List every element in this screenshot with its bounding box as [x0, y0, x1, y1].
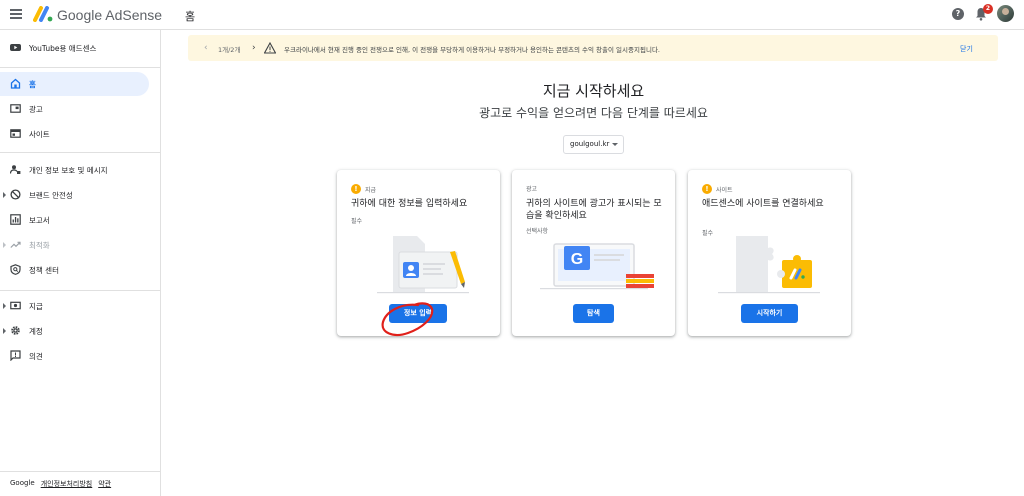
sidebar-item-reports[interactable]: 보고서 [0, 208, 150, 232]
sidebar-item-privacy-messaging[interactable]: 개인 정보 보호 및 메시지 [0, 158, 150, 182]
connect-site-card: ! 사이트 애드센스에 사이트를 연결하세요 필수 시작하기 [688, 170, 851, 336]
page-title: 홈 [185, 10, 196, 23]
sidebar-divider [0, 67, 161, 68]
card-title: 귀하에 대한 정보를 입력하세요 [351, 199, 468, 209]
sidebar-item-label: YouTube용 애드센스 [29, 43, 97, 53]
explore-button[interactable]: 탐색 [573, 304, 614, 323]
sidebar-item-feedback[interactable]: 의견 [0, 344, 150, 368]
top-app-bar: Google AdSense 홈 ? 2 [0, 0, 1024, 30]
menu-icon[interactable] [10, 9, 22, 19]
card-requirement: 필수 [351, 218, 363, 225]
ads-preview-illustration: G [540, 243, 654, 290]
card-tag: 광고 [526, 184, 537, 193]
card-title: 애드센스에 사이트를 연결하세요 [702, 199, 824, 209]
notification-count-badge: 2 [983, 4, 993, 14]
expand-caret-icon[interactable] [3, 192, 6, 198]
site-selector[interactable]: goulgoul.kr [563, 135, 624, 154]
youtube-icon [10, 44, 21, 51]
dropdown-arrow-icon [612, 143, 618, 146]
banner-close-button[interactable]: 닫기 [960, 44, 973, 54]
sidebar-item-label: 광고 [29, 104, 43, 114]
sites-icon [10, 129, 21, 138]
policy-shield-icon [10, 264, 21, 275]
card-tag-label: 지급 [365, 186, 377, 194]
sidebar-item-label: 계정 [29, 326, 43, 336]
help-icon[interactable]: ? [952, 8, 964, 20]
sidebar: YouTube용 애드센스 홈 광고 사이트 개인 정보 보호 및 메시지 브랜… [0, 30, 161, 496]
sidebar-item-payments[interactable]: 지급 [0, 294, 150, 318]
expand-caret-icon[interactable] [3, 303, 6, 309]
svg-text:G: G [571, 251, 583, 268]
red-circle-annotation [381, 302, 434, 337]
sidebar-footer: Google 개인정보처리방침 약관 [10, 479, 111, 489]
ads-icon [10, 104, 21, 113]
card-title: 귀하의 사이트에 광고가 표시되는 모습을 확인하세요 [526, 199, 662, 221]
adsense-logo [33, 6, 53, 22]
warning-icon [264, 42, 276, 54]
sidebar-item-label: 홈 [29, 79, 36, 89]
feedback-icon [10, 350, 21, 361]
privacy-person-icon [10, 165, 21, 174]
sidebar-item-youtube[interactable]: YouTube용 애드센스 [0, 36, 150, 60]
sidebar-item-brand-safety[interactable]: 브랜드 안전성 [0, 183, 150, 207]
google-label: Google [10, 479, 35, 487]
privacy-policy-link[interactable]: 개인정보처리방침 [41, 479, 93, 489]
alert-icon: ! [351, 184, 361, 194]
sidebar-item-label: 정책 센터 [29, 265, 59, 275]
alert-icon: ! [702, 184, 712, 194]
expand-caret-icon[interactable] [3, 328, 6, 334]
card-tag-label: 사이트 [716, 186, 733, 194]
get-started-title: 지금 시작하세요 [542, 82, 645, 100]
gear-icon [11, 326, 20, 335]
brand-name: Google AdSense [57, 7, 163, 23]
block-icon [10, 189, 21, 200]
sidebar-item-policy-center[interactable]: 정책 센터 [0, 258, 150, 282]
sidebar-item-label: 사이트 [29, 129, 50, 139]
expand-caret-icon[interactable] [3, 242, 6, 248]
sidebar-item-label: 개인 정보 보호 및 메시지 [29, 165, 108, 175]
connect-site-illustration [718, 236, 820, 294]
card-tag: ! 사이트 [702, 184, 733, 194]
sidebar-item-ads[interactable]: 광고 [0, 97, 150, 121]
reports-icon [10, 214, 21, 225]
sidebar-item-label: 최적화 [29, 240, 50, 250]
get-started-button[interactable]: 시작하기 [741, 304, 798, 323]
sidebar-item-sites[interactable]: 사이트 [0, 122, 150, 146]
sidebar-item-label: 브랜드 안전성 [29, 190, 73, 200]
payments-icon [10, 301, 21, 310]
sidebar-item-label: 지급 [29, 301, 43, 311]
banner-message: 우크라이나에서 현재 진행 중인 전쟁으로 인해, 이 전쟁을 부당하게 이용하… [284, 46, 660, 54]
notice-banner: ‹ 1개/2개 › 우크라이나에서 현재 진행 중인 전쟁으로 인해, 이 전쟁… [188, 35, 998, 61]
account-avatar[interactable] [997, 5, 1014, 22]
trending-up-icon [10, 241, 21, 248]
sidebar-item-label: 의견 [29, 351, 43, 361]
sidebar-divider [0, 471, 161, 472]
card-tag: ! 지급 [351, 184, 376, 194]
ads-preview-card: 광고 귀하의 사이트에 광고가 표시되는 모습을 확인하세요 선택사항 G 탐색 [512, 170, 675, 336]
sidebar-divider [0, 290, 161, 291]
sidebar-divider [0, 152, 161, 153]
site-selector-value: goulgoul.kr [570, 140, 610, 148]
card-tag-label: 광고 [526, 186, 538, 193]
chevron-right-icon[interactable]: › [252, 43, 256, 53]
sidebar-item-label: 보고서 [29, 215, 50, 225]
payment-info-illustration [377, 236, 469, 294]
chevron-left-icon[interactable]: ‹ [204, 43, 208, 53]
sidebar-item-account[interactable]: 계정 [0, 319, 150, 343]
get-started-subtitle: 광고로 수익을 얻으려면 다음 단계를 따르세요 [479, 106, 708, 120]
banner-pager: 1개/2개 [218, 46, 241, 54]
home-icon [10, 78, 21, 89]
sidebar-item-home[interactable]: 홈 [0, 72, 149, 96]
sidebar-item-optimization[interactable]: 최적화 [0, 233, 150, 257]
terms-link[interactable]: 약관 [98, 479, 111, 489]
